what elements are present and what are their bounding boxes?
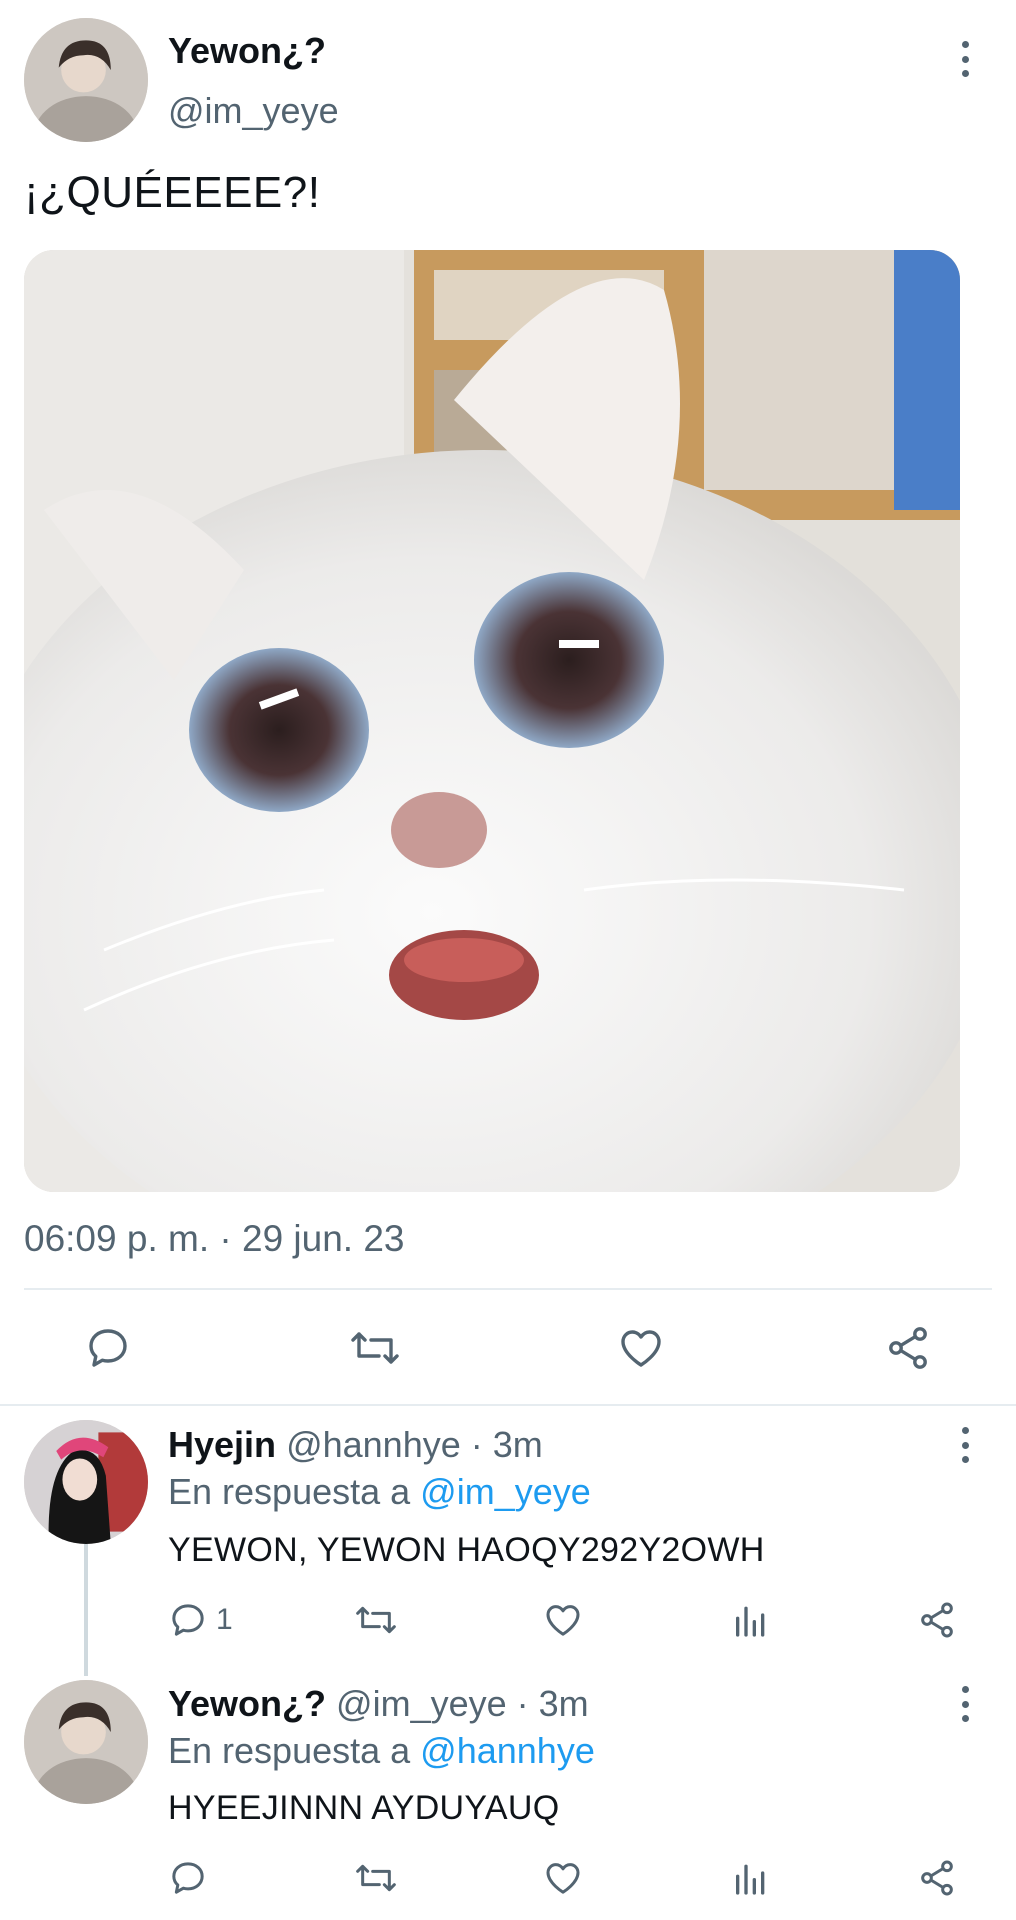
reply-button[interactable] (84, 1324, 132, 1372)
like-icon (621, 1330, 661, 1367)
more-options-icon[interactable] (959, 41, 971, 77)
reply-prefix: En respuesta a (168, 1471, 411, 1512)
analytics-icon (736, 1864, 765, 1895)
reply-header: Hyejin @hannhye · 3m (168, 1424, 543, 1466)
reply-display-name[interactable]: Hyejin (168, 1424, 276, 1465)
share-button[interactable] (917, 1600, 957, 1640)
reply-mention-link[interactable]: @im_yeye (420, 1471, 591, 1512)
retweet-icon (356, 1606, 396, 1634)
retweet-button[interactable] (354, 1600, 398, 1640)
reply-icon (172, 1862, 204, 1894)
reply-button[interactable] (168, 1858, 208, 1898)
reply-author-avatar[interactable] (24, 1680, 148, 1804)
like-button[interactable] (617, 1324, 665, 1372)
share-button[interactable] (884, 1324, 932, 1372)
analytics-icon (736, 1606, 765, 1637)
retweet-icon (356, 1864, 396, 1892)
avatar-image (24, 1420, 148, 1544)
reply-mention-link[interactable]: @hannhye (420, 1730, 595, 1771)
like-icon (546, 1605, 580, 1636)
reply-context: En respuesta a @hannhye (168, 1730, 595, 1772)
tweet-timestamp[interactable]: 06:09 p. m. · 29 jun. 23 (24, 1218, 405, 1260)
author-avatar[interactable] (24, 18, 148, 142)
reply-handle-time[interactable]: @im_yeye · 3m (336, 1683, 589, 1724)
retweet-button[interactable] (349, 1324, 401, 1372)
section-divider (0, 1404, 1016, 1406)
reply-button[interactable]: 1 (168, 1600, 233, 1640)
like-icon (546, 1863, 580, 1894)
reply-text: YEWON, YEWON HAOQY292Y2OWH (168, 1531, 765, 1569)
retweet-button[interactable] (354, 1858, 398, 1898)
tweet-text: ¡¿QUÉEEEE?! (24, 168, 321, 217)
share-icon (921, 1860, 953, 1896)
reply-count: 1 (216, 1603, 233, 1636)
reply-icon (89, 1329, 127, 1367)
reply-display-name[interactable]: Yewon¿? (168, 1683, 326, 1724)
thread-line (84, 1544, 88, 1676)
share-icon (889, 1327, 927, 1369)
share-button[interactable] (917, 1858, 957, 1898)
reply-prefix: En respuesta a (168, 1730, 411, 1771)
more-options-icon[interactable] (959, 1427, 971, 1463)
more-options-icon[interactable] (959, 1686, 971, 1722)
avatar-image (24, 18, 148, 142)
reply-text: HYEEJINNN AYDUYAUQ (168, 1789, 560, 1827)
reply-icon (172, 1604, 204, 1636)
author-display-name[interactable]: Yewon¿? (168, 30, 326, 72)
divider (24, 1288, 992, 1290)
avatar-image (24, 1680, 148, 1804)
like-button[interactable] (543, 1858, 583, 1898)
reply-handle-time[interactable]: @hannhye · 3m (286, 1424, 543, 1465)
analytics-button[interactable] (731, 1858, 771, 1898)
reply-context: En respuesta a @im_yeye (168, 1471, 591, 1513)
tweet-media-image[interactable] (24, 250, 960, 1192)
retweet-icon (351, 1332, 399, 1364)
analytics-button[interactable] (731, 1600, 771, 1640)
like-button[interactable] (543, 1600, 583, 1640)
reply-header: Yewon¿? @im_yeye · 3m (168, 1683, 589, 1725)
author-handle[interactable]: @im_yeye (168, 90, 339, 132)
share-icon (921, 1602, 953, 1638)
reply-author-avatar[interactable] (24, 1420, 148, 1544)
